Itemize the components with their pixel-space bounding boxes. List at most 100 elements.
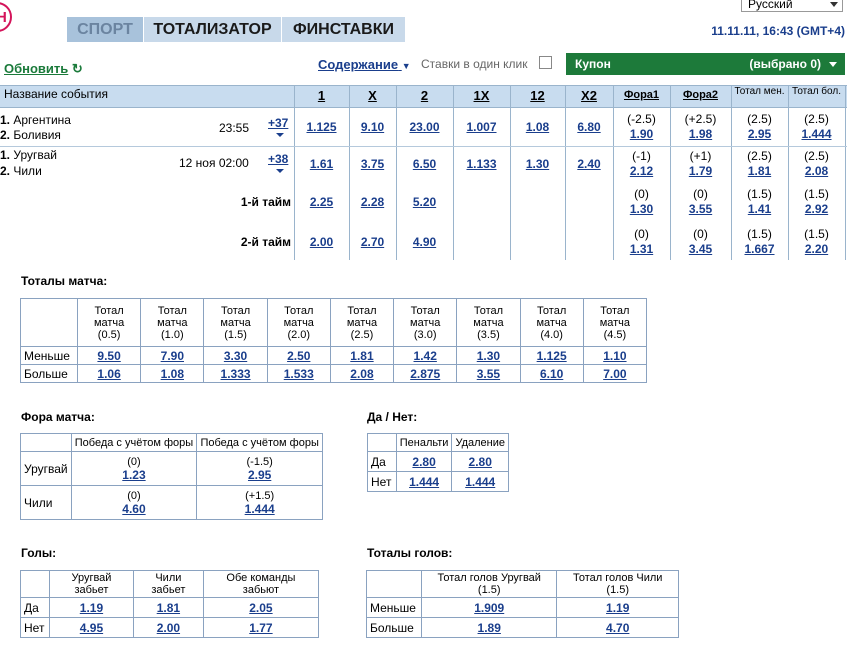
odd-link[interactable]: 1.533 — [284, 367, 314, 381]
odd-link[interactable]: 1.77 — [249, 621, 272, 635]
tab-totalizator[interactable]: ТОТАЛИЗАТОР — [144, 17, 281, 42]
odd-2[interactable]: 6.50 — [396, 157, 453, 171]
col-total-more[interactable]: Тотал бол. — [788, 85, 845, 108]
odd-link[interactable]: 1.81 — [157, 601, 180, 615]
col-2[interactable]: 2 — [396, 85, 453, 108]
odd-link[interactable]: 2.95 — [248, 468, 271, 482]
col-1[interactable]: 1 — [294, 85, 349, 108]
contents-dropdown[interactable]: Содержание ▼ — [318, 57, 411, 72]
odd-link[interactable]: 3.55 — [477, 367, 500, 381]
total-more-odd[interactable]: 1.444 — [788, 127, 845, 141]
fora2-odd[interactable]: 1.98 — [670, 127, 731, 141]
fora1-odd[interactable]: 1.90 — [613, 127, 670, 141]
odd-link[interactable]: 2.00 — [157, 621, 180, 635]
event-team1[interactable]: 1. Уругвай — [0, 148, 57, 162]
odd-x[interactable]: 9.10 — [349, 120, 396, 134]
total-less-odd[interactable]: 1.41 — [731, 202, 788, 216]
odd-1x[interactable]: 1.133 — [453, 157, 510, 171]
fora1-odd[interactable]: 1.30 — [613, 202, 670, 216]
odd-link[interactable]: 2.50 — [287, 349, 310, 363]
site-logo[interactable]: Н — [0, 2, 12, 32]
expand-icon[interactable] — [276, 169, 284, 173]
row-label: Меньше — [20, 346, 78, 365]
odd-link[interactable]: 1.42 — [414, 349, 437, 363]
odd-link[interactable]: 1.909 — [474, 601, 504, 615]
odd-2[interactable]: 4.90 — [396, 235, 453, 249]
odd-link[interactable]: 2.875 — [410, 367, 440, 381]
odd-link[interactable]: 1.89 — [478, 621, 501, 635]
odd-x[interactable]: 3.75 — [349, 157, 396, 171]
odd-link[interactable]: 1.23 — [122, 468, 145, 482]
odd-link[interactable]: 1.19 — [606, 601, 629, 615]
odd-link[interactable]: 1.19 — [80, 601, 103, 615]
expand-icon[interactable] — [276, 133, 284, 137]
odd-link[interactable]: 2.05 — [249, 601, 272, 615]
odd-link[interactable]: 2.80 — [469, 455, 492, 469]
fora2-odd[interactable]: 1.79 — [670, 164, 731, 178]
col-total-less[interactable]: Тотал мен. — [731, 85, 788, 108]
table-row: Меньше 1.909 1.19 — [366, 597, 679, 618]
col-fora1[interactable]: Фора1 — [613, 85, 670, 108]
odd-link[interactable]: 9.50 — [97, 349, 120, 363]
col-x[interactable]: X — [349, 85, 396, 108]
odd-link[interactable]: 3.30 — [224, 349, 247, 363]
event-team2[interactable]: 2. Боливия — [0, 128, 61, 142]
odd-link[interactable]: 6.10 — [540, 367, 563, 381]
odd-link[interactable]: 2.08 — [350, 367, 373, 381]
odd-link[interactable]: 1.30 — [477, 349, 500, 363]
odd-12[interactable]: 1.30 — [510, 157, 565, 171]
odd-link[interactable]: 1.06 — [97, 367, 120, 381]
total-more-odd[interactable]: 2.20 — [788, 242, 845, 256]
event-team1[interactable]: 1. Аргентина — [0, 113, 71, 127]
odd-link[interactable]: 1.81 — [350, 349, 373, 363]
event-team2[interactable]: 2. Чили — [0, 164, 42, 178]
language-select[interactable]: Русский — [741, 0, 843, 12]
odd-link[interactable]: 4.70 — [606, 621, 629, 635]
odd-x[interactable]: 2.70 — [349, 235, 396, 249]
odd-link[interactable]: 1.444 — [465, 475, 495, 489]
odd-x2[interactable]: 6.80 — [565, 120, 613, 134]
odd-link[interactable]: 4.60 — [122, 502, 145, 516]
col-12[interactable]: 12 — [510, 85, 565, 108]
odd-link[interactable]: 1.333 — [221, 367, 251, 381]
col-1x[interactable]: 1X — [453, 85, 510, 108]
odd-link[interactable]: 7.00 — [603, 367, 626, 381]
total-more-odd[interactable]: 2.08 — [788, 164, 845, 178]
odd-1x[interactable]: 1.007 — [453, 120, 510, 134]
tab-sport[interactable]: СПОРТ — [67, 17, 143, 42]
odd-2[interactable]: 23.00 — [396, 120, 453, 134]
odd-12[interactable]: 1.08 — [510, 120, 565, 134]
more-bets-link[interactable]: +38 — [268, 152, 288, 166]
odd-x[interactable]: 2.28 — [349, 195, 396, 209]
refresh-button[interactable]: Обновить ↻ — [4, 61, 83, 77]
more-bets-link[interactable]: +37 — [268, 116, 288, 130]
odd-link[interactable]: 4.95 — [80, 621, 103, 635]
odd-link[interactable]: 1.10 — [603, 349, 626, 363]
coupon-dropdown[interactable]: Купон (выбрано 0) — [566, 53, 845, 75]
odd-link[interactable]: 1.444 — [245, 502, 275, 516]
odd-link[interactable]: 1.125 — [537, 349, 567, 363]
fora1-odd[interactable]: 1.31 — [613, 242, 670, 256]
fora1-odd[interactable]: 2.12 — [613, 164, 670, 178]
fora2-odd[interactable]: 3.45 — [670, 242, 731, 256]
odd-1[interactable]: 1.125 — [294, 120, 349, 134]
tab-finstavki[interactable]: ФИНСТАВКИ — [282, 17, 405, 42]
odd-1[interactable]: 2.25 — [294, 195, 349, 209]
total-less-odd[interactable]: 1.667 — [731, 242, 788, 256]
odd-x2[interactable]: 2.40 — [565, 157, 613, 171]
odd-link[interactable]: 1.08 — [161, 367, 184, 381]
odd-link[interactable]: 2.80 — [412, 455, 435, 469]
total-more-odd[interactable]: 2.92 — [788, 202, 845, 216]
col-fora2[interactable]: Фора2 — [670, 85, 731, 108]
odd-link[interactable]: 7.90 — [161, 349, 184, 363]
odd-2[interactable]: 5.20 — [396, 195, 453, 209]
odd-1[interactable]: 2.00 — [294, 235, 349, 249]
odd-1[interactable]: 1.61 — [294, 157, 349, 171]
fora2-odd[interactable]: 3.55 — [670, 202, 731, 216]
total-less-odd[interactable]: 2.95 — [731, 127, 788, 141]
one-click-checkbox[interactable] — [539, 56, 552, 69]
total-less-odd[interactable]: 1.81 — [731, 164, 788, 178]
one-click-label: Ставки в один клик — [421, 57, 528, 71]
odd-link[interactable]: 1.444 — [409, 475, 439, 489]
col-x2[interactable]: X2 — [565, 85, 613, 108]
